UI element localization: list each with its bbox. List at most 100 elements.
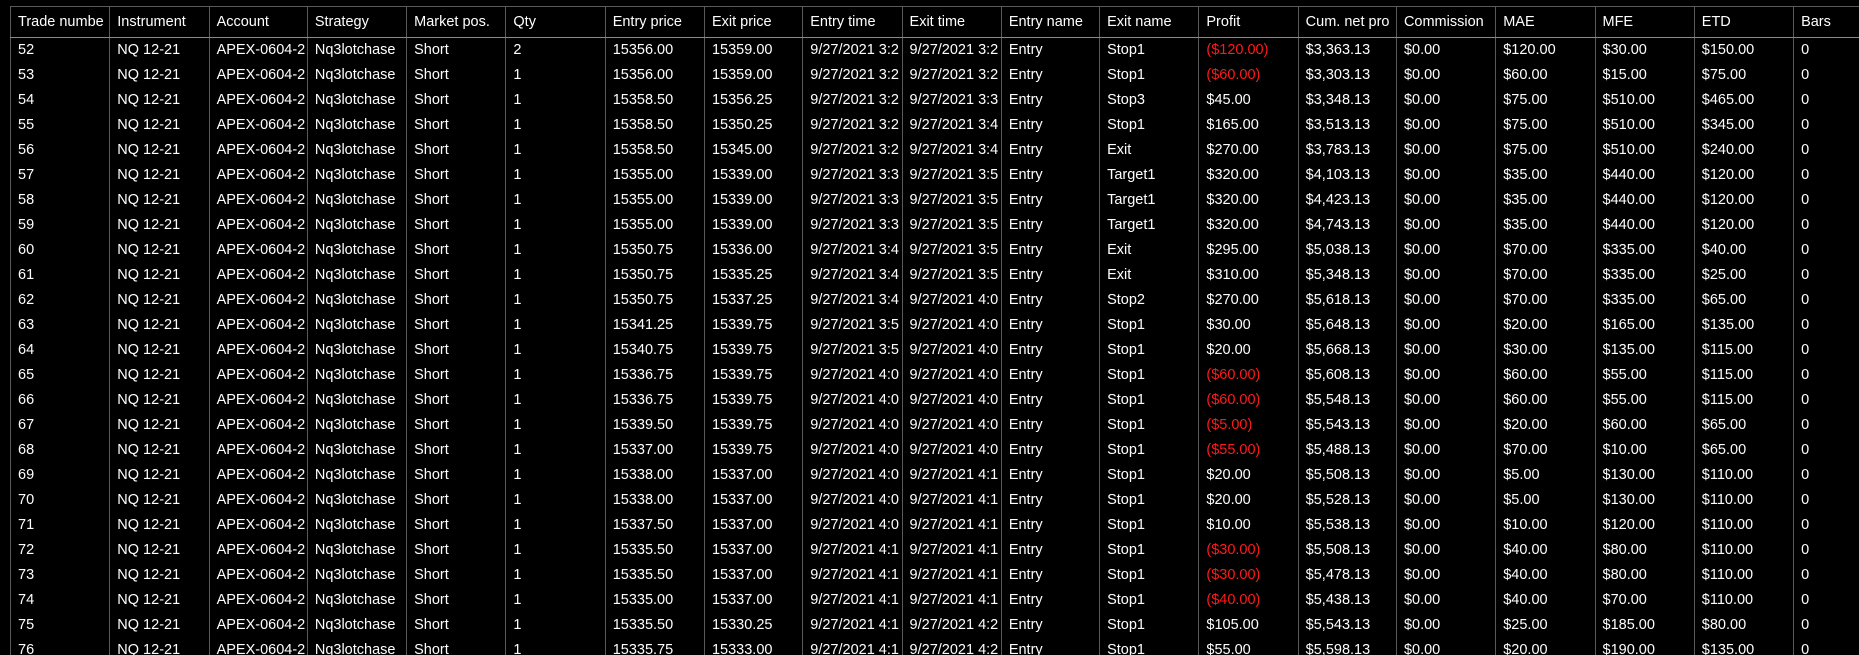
column-header-exit-time[interactable]: Exit time — [901, 6, 1002, 38]
cell-market-position: Short — [406, 63, 506, 88]
table-row[interactable]: 62 NQ 12-21 APEX-0604-2 Nq3lotchase Short 1 15… — [10, 288, 1859, 313]
cell-mfe: $335.00 — [1594, 288, 1695, 313]
cell-trade-number: 74 — [10, 588, 110, 613]
cell-commission: $0.00 — [1395, 413, 1496, 438]
column-header-mae[interactable]: MAE — [1495, 6, 1595, 38]
cell-bars: 0 — [1793, 638, 1859, 655]
table-row[interactable]: 68 NQ 12-21 APEX-0604-2 Nq3lotchase Short 1 15… — [10, 438, 1859, 463]
table-row[interactable]: 60 NQ 12-21 APEX-0604-2 Nq3lotchase Short 1 15… — [10, 238, 1859, 263]
cell-profit: $20.00 — [1198, 338, 1299, 363]
cell-entry-price: 15335.50 — [604, 538, 705, 563]
table-row[interactable]: 61 NQ 12-21 APEX-0604-2 Nq3lotchase Short 1 15… — [10, 263, 1859, 288]
column-header-entry-name[interactable]: Entry name — [1000, 6, 1100, 38]
cell-bars: 0 — [1793, 463, 1859, 488]
table-row[interactable]: 72 NQ 12-21 APEX-0604-2 Nq3lotchase Short 1 15… — [10, 538, 1859, 563]
table-row[interactable]: 76 NQ 12-21 APEX-0604-2 Nq3lotchase Short 1 15… — [10, 638, 1859, 655]
cell-cum-net-profit: $5,438.13 — [1297, 588, 1397, 613]
table-row[interactable]: 63 NQ 12-21 APEX-0604-2 Nq3lotchase Short 1 15… — [10, 313, 1859, 338]
cell-qty: 2 — [505, 37, 606, 63]
cell-trade-number: 69 — [10, 463, 110, 488]
table-row[interactable]: 69 NQ 12-21 APEX-0604-2 Nq3lotchase Short 1 15… — [10, 463, 1859, 488]
cell-etd: $110.00 — [1693, 588, 1794, 613]
cell-qty: 1 — [505, 163, 606, 188]
column-header-instrument[interactable]: Instrument — [109, 6, 210, 38]
column-header-exit-price[interactable]: Exit price — [703, 6, 803, 38]
cell-exit-price: 15339.00 — [703, 188, 803, 213]
cell-market-position: Short — [406, 613, 506, 638]
table-row[interactable]: 58 NQ 12-21 APEX-0604-2 Nq3lotchase Short 1 15… — [10, 188, 1859, 213]
column-header-trade-number[interactable]: Trade numbe — [10, 6, 110, 38]
cell-trade-number: 76 — [10, 638, 110, 655]
cell-trade-number: 56 — [10, 138, 110, 163]
table-row[interactable]: 66 NQ 12-21 APEX-0604-2 Nq3lotchase Short 1 15… — [10, 388, 1859, 413]
cell-exit-time: 9/27/2021 4:1 — [901, 563, 1002, 588]
column-header-mfe[interactable]: MFE — [1594, 6, 1695, 38]
column-header-entry-time[interactable]: Entry time — [802, 6, 903, 38]
cell-entry-price: 15335.50 — [604, 613, 705, 638]
cell-exit-time: 9/27/2021 3:2 — [901, 63, 1002, 88]
cell-entry-price: 15341.25 — [604, 313, 705, 338]
cell-cum-net-profit: $3,348.13 — [1297, 88, 1397, 113]
cell-exit-price: 15337.00 — [703, 563, 803, 588]
trades-table: Trade numbe Instrument Account Strategy Mark… — [10, 6, 1859, 655]
table-row[interactable]: 74 NQ 12-21 APEX-0604-2 Nq3lotchase Short 1 15… — [10, 588, 1859, 613]
column-header-profit[interactable]: Profit — [1198, 6, 1299, 38]
cell-bars: 0 — [1793, 538, 1859, 563]
column-header-entry-price[interactable]: Entry price — [604, 6, 705, 38]
table-row[interactable]: 65 NQ 12-21 APEX-0604-2 Nq3lotchase Short 1 15… — [10, 363, 1859, 388]
table-row[interactable]: 57 NQ 12-21 APEX-0604-2 Nq3lotchase Short 1 15… — [10, 163, 1859, 188]
column-header-qty[interactable]: Qty — [505, 6, 606, 38]
cell-cum-net-profit: $4,103.13 — [1297, 163, 1397, 188]
cell-entry-name: Entry — [1000, 588, 1100, 613]
cell-trade-number: 55 — [10, 113, 110, 138]
cell-commission: $0.00 — [1395, 238, 1496, 263]
column-header-strategy[interactable]: Strategy — [306, 6, 407, 38]
column-header-cum-net-profit[interactable]: Cum. net pro — [1297, 6, 1397, 38]
cell-exit-time: 9/27/2021 3:2 — [901, 37, 1002, 63]
cell-exit-time: 9/27/2021 4:0 — [901, 313, 1002, 338]
table-row[interactable]: 53 NQ 12-21 APEX-0604-2 Nq3lotchase Short 1 15… — [10, 63, 1859, 88]
cell-entry-time: 9/27/2021 4:0 — [802, 488, 903, 513]
table-row[interactable]: 70 NQ 12-21 APEX-0604-2 Nq3lotchase Short 1 15… — [10, 488, 1859, 513]
table-row[interactable]: 59 NQ 12-21 APEX-0604-2 Nq3lotchase Short 1 15… — [10, 213, 1859, 238]
cell-market-position: Short — [406, 213, 506, 238]
table-row[interactable]: 71 NQ 12-21 APEX-0604-2 Nq3lotchase Short 1 15… — [10, 513, 1859, 538]
cell-market-position: Short — [406, 188, 506, 213]
cell-exit-time: 9/27/2021 4:2 — [901, 613, 1002, 638]
cell-etd: $80.00 — [1693, 613, 1794, 638]
table-row[interactable]: 56 NQ 12-21 APEX-0604-2 Nq3lotchase Short 1 15… — [10, 138, 1859, 163]
cell-trade-number: 65 — [10, 363, 110, 388]
column-header-bars[interactable]: Bars — [1793, 6, 1859, 38]
cell-trade-number: 70 — [10, 488, 110, 513]
cell-exit-price: 15339.75 — [703, 363, 803, 388]
column-header-exit-name[interactable]: Exit name — [1099, 6, 1199, 38]
cell-cum-net-profit: $5,618.13 — [1297, 288, 1397, 313]
cell-entry-name: Entry — [1000, 513, 1100, 538]
table-row[interactable]: 67 NQ 12-21 APEX-0604-2 Nq3lotchase Short 1 15… — [10, 413, 1859, 438]
table-row[interactable]: 75 NQ 12-21 APEX-0604-2 Nq3lotchase Short 1 15… — [10, 613, 1859, 638]
table-row[interactable]: 54 NQ 12-21 APEX-0604-2 Nq3lotchase Short 1 15… — [10, 88, 1859, 113]
column-header-account[interactable]: Account — [208, 6, 308, 38]
table-row[interactable]: 55 NQ 12-21 APEX-0604-2 Nq3lotchase Short 1 15… — [10, 113, 1859, 138]
cell-etd: $120.00 — [1693, 163, 1794, 188]
cell-entry-price: 15350.75 — [604, 238, 705, 263]
cell-entry-price: 15356.00 — [604, 37, 705, 63]
cell-commission: $0.00 — [1395, 213, 1496, 238]
cell-etd: $465.00 — [1693, 88, 1794, 113]
column-header-etd[interactable]: ETD — [1693, 6, 1794, 38]
cell-strategy: Nq3lotchase — [306, 313, 407, 338]
cell-exit-time: 9/27/2021 4:0 — [901, 388, 1002, 413]
cell-cum-net-profit: $3,363.13 — [1297, 37, 1397, 63]
column-header-market-position[interactable]: Market pos. — [406, 6, 506, 38]
column-header-commission[interactable]: Commission — [1395, 6, 1496, 38]
cell-exit-price: 15335.25 — [703, 263, 803, 288]
table-row[interactable]: 52 NQ 12-21 APEX-0604-2 Nq3lotchase Short 2 15… — [10, 37, 1859, 63]
cell-exit-price: 15337.00 — [703, 488, 803, 513]
cell-mae: $20.00 — [1495, 413, 1595, 438]
cell-mfe: $335.00 — [1594, 263, 1695, 288]
cell-bars: 0 — [1793, 513, 1859, 538]
table-row[interactable]: 64 NQ 12-21 APEX-0604-2 Nq3lotchase Short 1 15… — [10, 338, 1859, 363]
table-row[interactable]: 73 NQ 12-21 APEX-0604-2 Nq3lotchase Short 1 15… — [10, 563, 1859, 588]
cell-exit-name: Exit — [1099, 138, 1199, 163]
cell-mae: $5.00 — [1495, 463, 1595, 488]
